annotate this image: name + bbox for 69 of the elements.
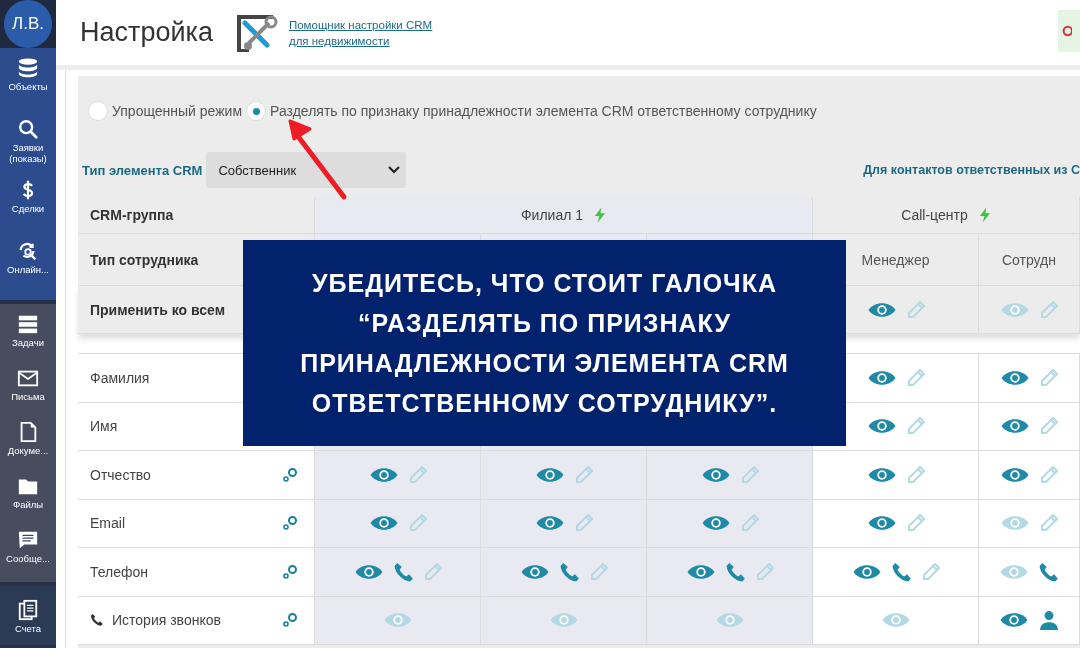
eye-icon[interactable] <box>999 611 1029 630</box>
circles-icon[interactable] <box>282 563 298 580</box>
sidebar-item[interactable]: Письма <box>0 362 56 416</box>
chevron-down-icon <box>388 166 401 174</box>
eye-icon[interactable] <box>353 562 384 581</box>
sidebar-item[interactable]: Сделки <box>0 174 56 235</box>
eye-icon[interactable] <box>368 514 399 533</box>
group-name: Call-центр <box>901 207 968 223</box>
eye-icon[interactable] <box>534 465 565 484</box>
eye-icon[interactable] <box>1000 368 1030 387</box>
eye-icon[interactable] <box>866 465 897 484</box>
contacts-link[interactable]: Для контактов ответственных из C <box>863 163 1080 177</box>
phone-icon[interactable] <box>725 561 746 582</box>
field-label: Email <box>90 515 126 532</box>
list-icon <box>17 313 39 335</box>
lightning-icon <box>977 207 991 223</box>
mode-radio[interactable]: Разделять по признаку принадлежности элемента CRM ответственному сотруднику <box>246 101 817 121</box>
sidebar-item[interactable]: Заявки (показы) <box>0 113 56 174</box>
crm-type-select[interactable]: Собственник <box>206 152 407 188</box>
eye-icon[interactable] <box>866 368 897 387</box>
eye-icon[interactable] <box>700 465 731 484</box>
person-icon[interactable] <box>1039 610 1059 631</box>
eye-icon[interactable] <box>866 417 897 436</box>
circles-icon[interactable] <box>282 466 298 483</box>
circles-icon[interactable] <box>282 515 298 532</box>
sidebar-item[interactable]: Объекты <box>0 52 56 113</box>
sidebar-item[interactable]: Задачи <box>0 308 56 362</box>
eye-icon[interactable] <box>519 562 550 581</box>
user-avatar[interactable]: Л.В. <box>4 0 52 48</box>
notification-badge[interactable] <box>1058 10 1080 52</box>
column-header: Сотрудн <box>979 234 1080 286</box>
eye-icon[interactable] <box>700 514 731 533</box>
phone-icon[interactable] <box>891 561 912 582</box>
database-icon <box>17 57 39 79</box>
phone-icon <box>90 613 104 628</box>
refresh-search-icon <box>17 240 39 262</box>
phone-icon[interactable] <box>1039 561 1059 582</box>
field-label: История звонков <box>112 612 222 629</box>
eye-icon[interactable] <box>685 562 716 581</box>
eye-icon[interactable] <box>1000 417 1030 436</box>
page-title: Настройка <box>80 17 213 48</box>
table-header-cell: CRM-группа <box>78 197 315 234</box>
mode-radio[interactable]: Упрощенный режим <box>88 101 243 121</box>
eye-icon[interactable] <box>866 300 897 319</box>
eye-icon[interactable] <box>368 465 399 484</box>
phone-icon[interactable] <box>559 561 580 582</box>
sidebar-item[interactable]: Файлы <box>0 470 56 524</box>
sidebar-item[interactable]: Счета <box>0 594 56 641</box>
circles-icon[interactable] <box>282 612 298 629</box>
field-label: Отчество <box>90 466 152 483</box>
sidebar-item[interactable]: Докуме... <box>0 416 56 470</box>
eye-icon[interactable] <box>866 514 897 533</box>
group-name: Филиал 1 <box>520 207 584 223</box>
sidebar-item[interactable]: Сообще... <box>0 524 56 578</box>
search-icon <box>17 118 39 140</box>
phone-icon[interactable] <box>393 561 414 582</box>
crm-type-label: Тип элемента CRM <box>82 162 203 178</box>
sidebar-item[interactable]: Онлайн... <box>0 235 56 296</box>
lightning-icon <box>593 207 607 223</box>
eye-icon[interactable] <box>534 514 565 533</box>
eye-icon[interactable] <box>1000 465 1030 484</box>
field-label: Имя <box>90 418 119 435</box>
documents-icon <box>17 599 39 621</box>
setup-wizard-link[interactable]: Помощник настройки CRM для недвижимости <box>288 16 433 49</box>
tools-window-icon <box>234 12 279 53</box>
field-label: Фамилия <box>90 369 151 386</box>
eye-icon[interactable] <box>851 562 882 581</box>
field-label: Телефон <box>90 563 150 580</box>
chat-icon <box>17 529 39 551</box>
